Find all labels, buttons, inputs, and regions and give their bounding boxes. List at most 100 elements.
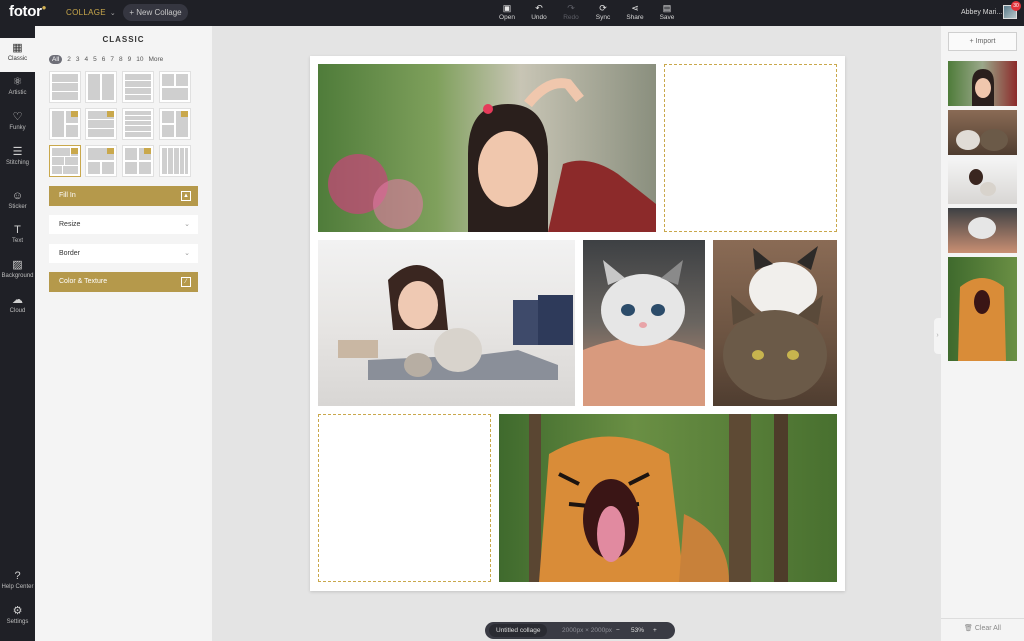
rail-item-text[interactable]: T Text <box>0 224 35 244</box>
rail-item-sticker[interactable]: ☺ Sticker <box>0 190 35 210</box>
template-thumb[interactable] <box>49 71 81 103</box>
rail-label: Text <box>11 238 23 244</box>
rail-item-funky[interactable]: ♡ Funky <box>0 111 35 131</box>
mode-dropdown[interactable]: COLLAGE ⌄ <box>66 8 116 17</box>
count-filter-all[interactable]: All <box>49 55 63 64</box>
template-thumb[interactable] <box>122 145 154 177</box>
girl-cats-photo <box>338 265 573 380</box>
import-label: Import <box>975 38 996 45</box>
template-thumb[interactable] <box>122 71 154 103</box>
logo-text: fotor <box>9 3 42 20</box>
photo-slot-kitten-hand[interactable] <box>583 240 705 406</box>
collage-name[interactable]: Untitled collage <box>489 624 548 637</box>
sync-button[interactable]: ⟳ Sync <box>588 3 618 21</box>
template-thumb[interactable] <box>122 108 154 140</box>
thumb-girl-cats-image <box>969 169 996 196</box>
open-icon: ▣ <box>502 3 512 13</box>
user-name[interactable]: Abbey Mari... <box>961 9 1002 16</box>
rail-item-classic[interactable]: ▦ Classic <box>0 38 35 72</box>
count-filter-more[interactable]: More <box>148 56 163 63</box>
template-thumb[interactable] <box>159 71 191 103</box>
rail-item-cloud[interactable]: ☁ Cloud <box>0 294 35 314</box>
clear-all-button[interactable]: 🗑 Clear All <box>941 624 1024 632</box>
template-cell <box>162 74 174 86</box>
thumb-cats-image <box>956 129 1008 151</box>
redo-button[interactable]: ↷ Redo <box>556 3 586 21</box>
template-thumb[interactable] <box>85 71 117 103</box>
rail-item-artistic[interactable]: ⚛ Artistic <box>0 76 35 96</box>
zoom-level: 53% <box>631 627 645 634</box>
notification-badge[interactable]: 30 <box>1011 1 1021 11</box>
photo-slot-two-kittens[interactable] <box>713 240 837 406</box>
undo-button[interactable]: ↶ Undo <box>524 3 554 21</box>
new-collage-button[interactable]: + New Collage <box>123 4 188 21</box>
library-thumb-cats-family[interactable] <box>948 110 1017 155</box>
collage-canvas[interactable] <box>310 56 845 591</box>
photo-slot-girl-cats[interactable] <box>318 240 575 406</box>
rail-item-settings[interactable]: ⚙ Settings <box>0 605 35 625</box>
count-filter-9[interactable]: 9 <box>128 56 132 63</box>
resize-dropdown[interactable]: Resize ⌄ <box>49 215 198 234</box>
rail-item-background[interactable]: ▨ Background <box>0 259 35 279</box>
empty-photo-slot[interactable] <box>318 414 491 582</box>
count-filter-3[interactable]: 3 <box>76 56 80 63</box>
import-button[interactable]: + Import <box>948 32 1017 51</box>
save-label: Save <box>659 14 675 21</box>
cloud-icon: ☁ <box>12 294 23 306</box>
share-button[interactable]: ⋖ Share <box>620 3 650 21</box>
count-filter-7[interactable]: 7 <box>110 56 114 63</box>
template-thumb[interactable] <box>85 145 117 177</box>
library-thumb-girl[interactable] <box>948 61 1017 106</box>
photo-slot-tiger[interactable] <box>499 414 837 582</box>
count-filter-8[interactable]: 8 <box>119 56 123 63</box>
artistic-icon: ⚛ <box>12 76 23 88</box>
save-icon: ▤ <box>662 3 672 13</box>
rail-label: Cloud <box>9 308 26 314</box>
fotor-logo[interactable]: fotor● <box>9 3 46 20</box>
count-filter-4[interactable]: 4 <box>84 56 88 63</box>
template-cell <box>168 148 173 174</box>
template-cell <box>88 120 114 128</box>
fill-in-label: Fill In <box>59 192 76 199</box>
border-dropdown[interactable]: Border ⌄ <box>49 244 198 263</box>
template-cell <box>52 92 78 100</box>
rail-item-help[interactable]: ? Help Center <box>0 570 35 590</box>
open-button[interactable]: ▣ Open <box>492 3 522 21</box>
template-cell <box>125 95 151 100</box>
zoom-out-button[interactable]: − <box>616 622 620 639</box>
library-thumb-girl-cats[interactable] <box>948 159 1017 204</box>
library-thumb-tiger[interactable] <box>948 257 1017 361</box>
empty-photo-slot[interactable] <box>664 64 837 232</box>
resize-label: Resize <box>59 221 81 228</box>
template-cell <box>139 162 151 174</box>
template-cell <box>102 74 114 100</box>
collage-info-bar: Untitled collage 2000px × 2000px − 53% + <box>485 622 675 639</box>
collapse-right-panel-button[interactable]: › <box>934 318 941 354</box>
zoom-in-button[interactable]: + <box>653 622 657 639</box>
template-thumb-selected[interactable] <box>49 145 81 177</box>
template-cell <box>162 88 188 100</box>
template-thumb[interactable] <box>159 145 191 177</box>
clear-all-label: Clear All <box>974 625 1001 632</box>
count-filter-10[interactable]: 10 <box>136 56 143 63</box>
canvas-size: 2000px × 2000px <box>562 627 613 634</box>
template-cell <box>125 81 151 87</box>
template-thumb[interactable] <box>49 108 81 140</box>
fill-in-button[interactable]: Fill In ▲ <box>49 186 198 206</box>
premium-crown-icon <box>144 148 151 154</box>
template-cell <box>52 83 78 91</box>
count-filter-6[interactable]: 6 <box>102 56 106 63</box>
color-texture-button[interactable]: Color & Texture ⁄ <box>49 272 198 292</box>
photo-slot-girl[interactable] <box>318 64 656 232</box>
count-filter-2[interactable]: 2 <box>67 56 71 63</box>
save-button[interactable]: ▤ Save <box>652 3 682 21</box>
library-thumb-kitten-hand[interactable] <box>948 208 1017 253</box>
rail-item-stitching[interactable]: ☰ Stitching <box>0 146 35 166</box>
sync-icon: ⟳ <box>599 3 607 13</box>
redo-icon: ↷ <box>567 3 575 13</box>
template-thumb[interactable] <box>159 108 191 140</box>
count-filter-5[interactable]: 5 <box>93 56 97 63</box>
template-cell <box>125 132 151 137</box>
template-thumb[interactable] <box>85 108 117 140</box>
template-panel: CLASSIC All 2 3 4 5 6 7 8 9 10 More Fill… <box>35 26 212 641</box>
